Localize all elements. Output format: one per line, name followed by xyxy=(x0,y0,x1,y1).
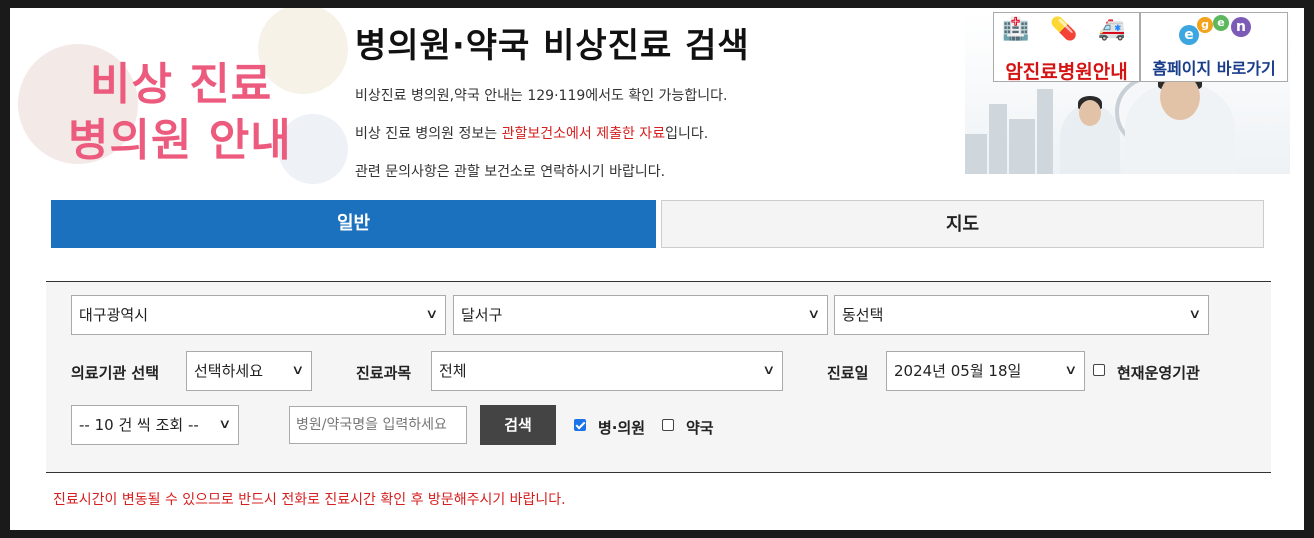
chevron-down-icon: ∨ xyxy=(291,363,305,378)
operating-label: 현재운영기관 xyxy=(1117,364,1200,382)
banner-line-2: 병의원 안내 xyxy=(68,115,292,166)
building-shape xyxy=(965,134,987,174)
pharmacy-checkbox[interactable] xyxy=(662,419,674,431)
department-select[interactable]: 전체 ∨ xyxy=(431,351,783,391)
pharmacy-label: 약국 xyxy=(686,419,714,437)
date-select-value: 2024년 05월 18일 xyxy=(894,362,1022,380)
egen-logo: e g e n xyxy=(1179,15,1259,49)
building-shape xyxy=(989,104,1007,174)
homepage-link[interactable]: e g e n 홈페이지 바로가기 xyxy=(1140,12,1288,82)
operating-checkbox[interactable] xyxy=(1093,364,1105,376)
date-select[interactable]: 2024년 05월 18일 ∨ xyxy=(886,351,1085,391)
dong-select[interactable]: 동선택 ∨ xyxy=(834,295,1209,335)
tab-map[interactable]: 지도 xyxy=(661,200,1264,248)
department-label: 진료과목 xyxy=(356,364,412,382)
page-size-select-value: -- 10 건 씩 조회 -- xyxy=(79,416,199,434)
hospital-icon: 🏥 xyxy=(1002,17,1030,42)
search-panel: 대구광역시 ∨ 달서구 ∨ 동선택 ∨ 의료기관 선택 선택하세요 ∨ 진료과목 전체 ∨… xyxy=(46,281,1271,473)
dong-select-value: 동선택 xyxy=(842,306,884,324)
page-size-select[interactable]: -- 10 건 씩 조회 -- ∨ xyxy=(71,405,239,445)
institution-select-value: 선택하세요 xyxy=(194,362,264,380)
doctor-figure xyxy=(1060,96,1120,174)
medicine-icon: 💊 xyxy=(1050,17,1078,42)
chevron-down-icon: ∨ xyxy=(807,307,821,322)
institution-label: 의료기관 선택 xyxy=(71,364,160,382)
chevron-down-icon: ∨ xyxy=(1064,363,1078,378)
city-select-value: 대구광역시 xyxy=(79,306,149,324)
page-title: 병의원·약국 비상진료 검색 xyxy=(355,26,750,66)
chevron-down-icon: ∨ xyxy=(762,363,776,378)
chevron-down-icon: ∨ xyxy=(1188,307,1202,322)
page-frame: 비상 진료 병의원 안내 병의원·약국 비상진료 검색 비상진료 병의원,약국 … xyxy=(10,8,1304,530)
homepage-link-label: 홈페이지 바로가기 xyxy=(1152,59,1276,78)
cancer-hospital-link-label: 암진료병원안내 xyxy=(1005,61,1128,83)
name-search-input[interactable]: 병원/약국명을 입력하세요 xyxy=(289,406,467,444)
building-shape xyxy=(1037,89,1053,174)
info-text: 비상 진료 병의원 정보는 xyxy=(355,126,502,142)
chevron-down-icon: ∨ xyxy=(218,417,232,432)
search-button[interactable]: 검색 xyxy=(480,405,556,445)
doctor-face xyxy=(1079,100,1101,126)
banner-line-1: 비상 진료 xyxy=(90,59,273,110)
city-select[interactable]: 대구광역시 ∨ xyxy=(71,295,446,335)
building-shape xyxy=(1009,119,1035,174)
chevron-down-icon: ∨ xyxy=(425,307,439,322)
date-label: 진료일 xyxy=(827,364,869,382)
info-line-2: 비상 진료 병의원 정보는 관할보건소에서 제출한 자료입니다. xyxy=(355,123,708,143)
doctor-figure xyxy=(1125,68,1235,174)
notice-text: 진료시간이 변동될 수 있으므로 반드시 전화로 진료시간 확인 후 방문해주시… xyxy=(53,492,566,508)
clinic-label: 병·의원 xyxy=(598,419,646,437)
emergency-banner: 비상 진료 병의원 안내 xyxy=(18,8,348,184)
tab-general[interactable]: 일반 xyxy=(51,200,656,248)
institution-select[interactable]: 선택하세요 ∨ xyxy=(186,351,312,391)
info-text: 입니다. xyxy=(665,126,709,142)
info-line-3: 관련 문의사항은 관할 보건소로 연락하시기 바랍니다. xyxy=(355,164,666,180)
department-select-value: 전체 xyxy=(439,362,467,380)
cancer-hospital-link[interactable]: 🏥 💊 🚑 암진료병원안내 xyxy=(993,12,1140,83)
district-select-value: 달서구 xyxy=(461,306,503,324)
district-select[interactable]: 달서구 ∨ xyxy=(453,295,828,335)
ambulance-icon: 🚑 xyxy=(1098,17,1126,42)
clinic-checkbox[interactable] xyxy=(574,419,586,431)
info-highlight: 관할보건소에서 제출한 자료 xyxy=(501,126,666,142)
info-line-1: 비상진료 병의원,약국 안내는 129·119에서도 확인 가능합니다. xyxy=(355,88,728,104)
